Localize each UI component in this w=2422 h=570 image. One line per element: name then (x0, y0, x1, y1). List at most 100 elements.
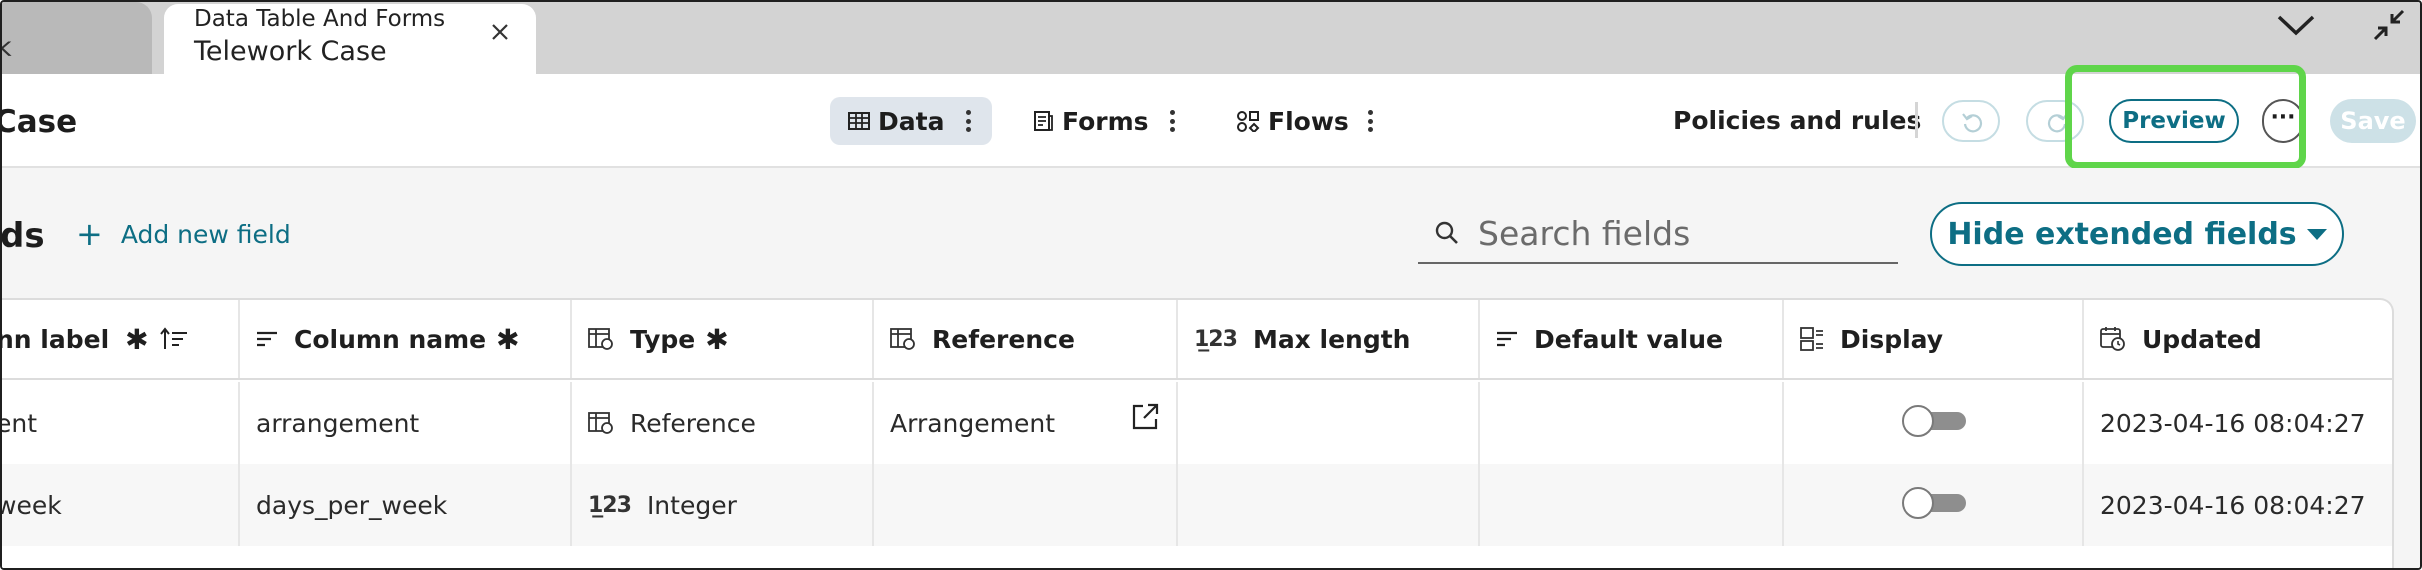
tab-data-label: Data (878, 106, 945, 136)
cell-name: arrangement (240, 382, 572, 464)
column-header-text: Type (630, 324, 696, 354)
display-toggle[interactable] (1902, 405, 1966, 437)
text-lines-icon (257, 331, 277, 347)
flows-menu-button[interactable] (1364, 107, 1376, 135)
cell-max-length (1178, 382, 1480, 464)
cell-updated: 2023-04-16 08:04:27 (2084, 382, 2392, 464)
cell-default-value (1480, 464, 1784, 546)
tab-forms[interactable]: Forms (1030, 97, 1149, 145)
toolbar-divider (1915, 102, 1918, 138)
preview-button[interactable]: Preview (2109, 99, 2239, 143)
cell-name: days_per_week (240, 464, 572, 546)
table-row[interactable]: week days_per_week 1̲23 Integer 2023-04-… (2, 464, 2392, 546)
required-icon: ✱ (496, 322, 520, 356)
add-new-field-button[interactable]: + Add new field (76, 218, 291, 250)
display-toggle[interactable] (1902, 487, 1966, 519)
tab-previous[interactable]: k (2, 2, 152, 74)
hide-extended-fields-label: Hide extended fields (1947, 216, 2297, 252)
page-title: Case (0, 104, 78, 140)
save-button[interactable]: Save (2330, 99, 2416, 143)
column-header-text: Display (1840, 324, 1944, 354)
type-icon (588, 328, 613, 350)
calendar-clock-icon (2100, 327, 2125, 351)
sort-icon[interactable] (159, 327, 189, 351)
cell-name-text: arrangement (256, 408, 420, 438)
search-fields-input[interactable]: Search fields (1418, 204, 1898, 264)
search-placeholder: Search fields (1478, 213, 1691, 253)
tab-active-subtitle: Telework Case (194, 36, 387, 67)
tab-bar: k Data Table And Forms Telework Case (2, 2, 2420, 74)
column-header-reference[interactable]: Reference (874, 300, 1178, 378)
add-new-field-label: Add new field (120, 219, 291, 249)
tab-active[interactable]: Data Table And Forms Telework Case (164, 4, 536, 74)
cell-display (1784, 464, 2084, 546)
tab-forms-label: Forms (1062, 106, 1149, 136)
undo-icon (1962, 113, 1983, 133)
tab-previous-label: k (2, 32, 12, 63)
cell-label-text: week (2, 490, 62, 520)
fields-panel: ds + Add new field Search fields Hide ex… (2, 168, 2420, 568)
cell-type: Reference (572, 382, 874, 464)
chevron-down-icon[interactable] (2276, 12, 2316, 38)
toolbar: Case Data Forms Flows Policies and rules… (0, 74, 2420, 168)
column-header-updated[interactable]: Updated (2084, 300, 2392, 378)
table-row[interactable]: ent arrangement Reference Arrangement (2, 382, 2392, 464)
display-icon (1800, 327, 1823, 351)
cell-label: week (2, 464, 240, 546)
column-header-text: Updated (2142, 324, 2262, 354)
forms-menu-button[interactable] (1166, 107, 1178, 135)
more-options-button[interactable]: ··· (2262, 99, 2304, 143)
integer-type-icon: 1̲23 (588, 492, 632, 518)
data-menu-button[interactable] (962, 107, 974, 135)
close-icon[interactable] (488, 20, 512, 44)
cell-updated-text: 2023-04-16 08:04:27 (2100, 490, 2366, 520)
cell-display (1784, 382, 2084, 464)
number-icon: 1̲23 (1194, 326, 1238, 352)
column-header-label[interactable]: nn label ✱ (2, 300, 240, 378)
reference-type-icon (588, 412, 613, 434)
redo-button[interactable] (2026, 100, 2084, 142)
undo-button[interactable] (1942, 100, 2000, 142)
cell-label: ent (2, 382, 240, 464)
redo-icon (2047, 113, 2068, 133)
column-header-default-value[interactable]: Default value (1480, 300, 1784, 378)
cell-type-text: Integer (646, 490, 737, 520)
cell-updated-text: 2023-04-16 08:04:27 (2100, 408, 2366, 438)
forms-icon (1034, 111, 1053, 131)
tab-active-title: Data Table And Forms (194, 6, 446, 32)
cell-reference (874, 464, 1178, 546)
column-header-text: nn label (2, 324, 110, 354)
external-link-icon[interactable] (1130, 402, 1160, 432)
cell-name-text: days_per_week (256, 490, 448, 520)
reference-icon (890, 328, 915, 350)
flows-icon (1237, 111, 1260, 132)
column-header-text: Default value (1534, 324, 1723, 354)
column-header-max-length[interactable]: 1̲23 Max length (1178, 300, 1480, 378)
plus-icon: + (76, 215, 103, 253)
table-header: nn label ✱ Column name ✱ Type ✱ Referenc… (2, 300, 2392, 380)
hide-extended-fields-button[interactable]: Hide extended fields (1930, 202, 2344, 266)
table-icon (848, 112, 870, 130)
collapse-icon[interactable] (2372, 8, 2406, 42)
tab-flows[interactable]: Flows (1234, 97, 1349, 145)
column-header-text: Reference (932, 324, 1075, 354)
cell-reference-text: Arrangement (890, 408, 1056, 438)
required-icon: ✱ (125, 322, 149, 356)
column-header-type[interactable]: Type ✱ (572, 300, 874, 378)
app-window: k Data Table And Forms Telework Case Cas… (0, 0, 2422, 570)
cell-label-text: ent (2, 408, 38, 438)
column-header-name[interactable]: Column name ✱ (240, 300, 572, 378)
text-lines-icon (1497, 331, 1517, 347)
cell-type-text: Reference (630, 408, 756, 438)
cell-default-value (1480, 382, 1784, 464)
fields-table: nn label ✱ Column name ✱ Type ✱ Referenc… (2, 298, 2394, 568)
cell-reference: Arrangement (874, 382, 1178, 464)
cell-updated: 2023-04-16 08:04:27 (2084, 464, 2392, 546)
column-header-text: Max length (1252, 324, 1411, 354)
cell-type: 1̲23 Integer (572, 464, 874, 546)
column-header-display[interactable]: Display (1784, 300, 2084, 378)
cell-max-length (1178, 464, 1480, 546)
required-icon: ✱ (705, 322, 729, 356)
column-header-text: Column name (294, 324, 487, 354)
policies-and-rules-link[interactable]: Policies and rules (1673, 106, 1921, 135)
